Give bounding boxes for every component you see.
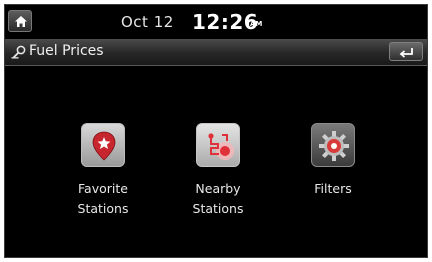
nearby-stations-label-line1: Nearby <box>195 181 241 196</box>
gear-icon <box>319 131 349 161</box>
nearby-stations-label-line2: Stations <box>192 201 244 216</box>
clock-ampm: AM <box>250 20 263 28</box>
nearby-route-icon <box>208 133 234 160</box>
display-screen: Oct 12 12:26 AM Fuel Prices Favorite Sta… <box>4 4 428 258</box>
favorite-stations-label-line1: Favorite <box>78 181 128 196</box>
fuel-search-icon <box>11 45 26 59</box>
home-button[interactable] <box>8 10 32 32</box>
title-bar: Fuel Prices <box>5 39 427 66</box>
nearby-stations-label: Nearby Stations <box>173 179 263 219</box>
status-bar: Oct 12 12:26 AM <box>5 5 427 39</box>
menu-item-filters[interactable]: Filters <box>288 123 378 199</box>
clock-time: 12:26 <box>192 10 259 34</box>
filters-tile[interactable] <box>311 123 355 167</box>
filters-label: Filters <box>288 179 378 199</box>
back-button[interactable] <box>389 42 423 61</box>
favorite-stations-label-line2: Stations <box>77 201 129 216</box>
nearby-stations-tile[interactable] <box>196 123 240 167</box>
menu-item-favorite-stations[interactable]: Favorite Stations <box>58 123 148 219</box>
filters-label-line1: Filters <box>314 181 352 196</box>
back-arrow-icon <box>399 48 413 58</box>
page-title: Fuel Prices <box>29 43 104 59</box>
favorite-stations-tile[interactable] <box>81 123 125 167</box>
favorite-stations-label: Favorite Stations <box>58 179 148 219</box>
date-display: Oct 12 <box>121 13 174 31</box>
favorite-pin-icon <box>92 131 116 161</box>
home-icon <box>15 16 27 27</box>
menu-item-nearby-stations[interactable]: Nearby Stations <box>173 123 263 219</box>
